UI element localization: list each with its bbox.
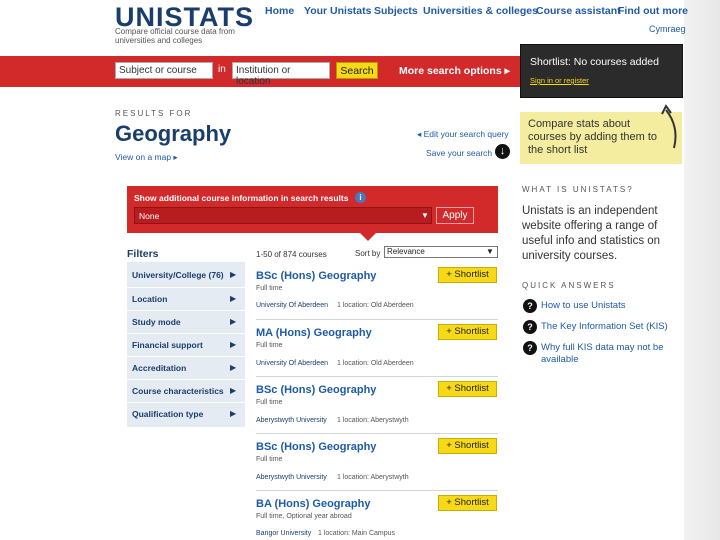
sort-label: Sort by	[355, 249, 381, 258]
nav-universities-colleges[interactable]: Universities & colleges	[423, 5, 538, 17]
more-search-options-link[interactable]: More search options ▸	[399, 65, 510, 77]
filter-financial-support[interactable]: Financial support	[132, 340, 203, 350]
divider	[127, 333, 245, 334]
results-for-label: RESULTS FOR	[115, 109, 193, 118]
shortlist-button[interactable]: + Shortlist	[438, 438, 497, 454]
course-title[interactable]: BA (Hons) Geography	[256, 498, 371, 510]
subject-search-input[interactable]: Subject or course	[115, 62, 213, 79]
course-institution[interactable]: Aberystwyth University	[256, 474, 327, 481]
filter-qualification-type[interactable]: Qualification type	[132, 409, 203, 419]
divider	[256, 433, 498, 434]
what-is-unistats-heading: WHAT IS UNISTATS?	[522, 185, 634, 194]
filter-study-mode[interactable]: Study mode	[132, 317, 181, 327]
additional-info-select[interactable]: None	[134, 207, 432, 224]
language-link[interactable]: Cymraeg	[649, 24, 686, 34]
nav-subjects[interactable]: Subjects	[374, 5, 418, 17]
shortlist-title[interactable]: Shortlist: No courses added	[530, 56, 659, 68]
quick-answer-link[interactable]: Why full KIS data may not be available	[541, 342, 691, 366]
nav-your-unistats[interactable]: Your Unistats	[304, 5, 371, 17]
chevron-right-icon: ▶	[230, 294, 237, 303]
course-location: 1 location: Aberystwyth	[337, 474, 409, 481]
nav-course-assistant[interactable]: Course assistant	[536, 5, 621, 17]
view-on-map-link[interactable]: View on a map ▸	[115, 152, 178, 163]
chevron-right-icon: ▶	[230, 317, 237, 326]
course-title[interactable]: BSc (Hons) Geography	[256, 384, 376, 396]
course-institution[interactable]: University Of Aberdeen	[256, 360, 328, 367]
course-location: 1 location: Old Aberdeen	[337, 360, 414, 367]
info-icon[interactable]: i	[355, 192, 366, 203]
chevron-down-icon[interactable]: ▼	[486, 246, 494, 258]
sign-in-link[interactable]: Sign in or register	[530, 76, 589, 85]
filters-title: Filters	[127, 248, 159, 260]
save-search-link[interactable]: Save your search	[426, 148, 492, 158]
nav-find-out-more[interactable]: Find out more	[618, 5, 688, 17]
results-count: 1-50 of 874 courses	[256, 250, 327, 259]
divider	[127, 287, 245, 288]
course-title[interactable]: MA (Hons) Geography	[256, 327, 372, 339]
course-location: 1 location: Main Campus	[318, 530, 396, 537]
edit-search-link[interactable]: ◂ Edit your search query	[417, 129, 509, 140]
apply-button[interactable]: Apply	[436, 207, 474, 224]
shortlist-panel	[520, 44, 683, 98]
quick-answers-heading: QUICK ANSWERS	[522, 281, 616, 290]
course-location: 1 location: Old Aberdeen	[337, 302, 414, 309]
question-icon: ?	[523, 341, 537, 355]
shortlist-button[interactable]: + Shortlist	[438, 495, 497, 511]
course-mode: Full time	[256, 342, 283, 349]
course-mode: Full time	[256, 285, 283, 292]
filter-location[interactable]: Location	[132, 294, 167, 304]
shortlist-button[interactable]: + Shortlist	[438, 324, 497, 340]
in-label: in	[218, 64, 226, 75]
search-button[interactable]: Search	[336, 62, 378, 79]
quick-answer-link[interactable]: How to use Unistats	[541, 300, 691, 312]
question-icon: ?	[523, 299, 537, 313]
chevron-right-icon: ▶	[230, 363, 237, 372]
filter-accreditation[interactable]: Accreditation	[132, 363, 186, 373]
panel-pointer	[360, 233, 376, 241]
shortlist-button[interactable]: + Shortlist	[438, 267, 497, 283]
course-institution[interactable]: Bangor University	[256, 530, 311, 537]
filter-course-characteristics[interactable]: Course characteristics	[132, 386, 224, 396]
shortlist-button[interactable]: + Shortlist	[438, 381, 497, 397]
chevron-right-icon: ▶	[230, 386, 237, 395]
course-mode: Full time, Optional year abroad	[256, 513, 352, 520]
course-mode: Full time	[256, 399, 283, 406]
course-title[interactable]: BSc (Hons) Geography	[256, 441, 376, 453]
divider	[127, 379, 245, 380]
chevron-down-icon[interactable]: ▼	[418, 207, 432, 224]
download-icon[interactable]: ↓	[495, 144, 510, 159]
sort-select[interactable]: Relevance	[384, 246, 498, 258]
divider	[256, 490, 498, 491]
course-mode: Full time	[256, 456, 283, 463]
search-bar-left-extension	[0, 56, 28, 87]
chevron-right-icon: ▶	[230, 340, 237, 349]
divider	[127, 356, 245, 357]
course-location: 1 location: Aberystwyth	[337, 417, 409, 424]
divider	[127, 310, 245, 311]
filter-university-college[interactable]: University/College (76)	[132, 270, 224, 280]
decorative-gray-arrow	[684, 0, 720, 540]
institution-search-input[interactable]: Institution or location	[232, 62, 330, 87]
page-title: Geography	[115, 121, 232, 146]
quick-answer-link[interactable]: The Key Information Set (KIS)	[541, 321, 691, 333]
divider	[127, 402, 245, 403]
chevron-right-icon: ▶	[230, 409, 237, 418]
curved-arrow-icon	[661, 104, 677, 149]
nav-home[interactable]: Home	[265, 5, 294, 17]
question-icon: ?	[523, 320, 537, 334]
course-title[interactable]: BSc (Hons) Geography	[256, 270, 376, 282]
course-institution[interactable]: Aberystwyth University	[256, 417, 327, 424]
what-is-unistats-text: Unistats is an independent website offer…	[522, 205, 661, 262]
tagline: Compare official course data from univer…	[115, 27, 235, 45]
course-institution[interactable]: University Of Aberdeen	[256, 302, 328, 309]
chevron-right-icon: ▶	[230, 270, 237, 279]
divider	[256, 319, 498, 320]
additional-info-label: Show additional course information in se…	[134, 193, 349, 203]
compare-callout-text: Compare stats about courses by adding th…	[528, 118, 658, 156]
divider	[256, 376, 498, 377]
